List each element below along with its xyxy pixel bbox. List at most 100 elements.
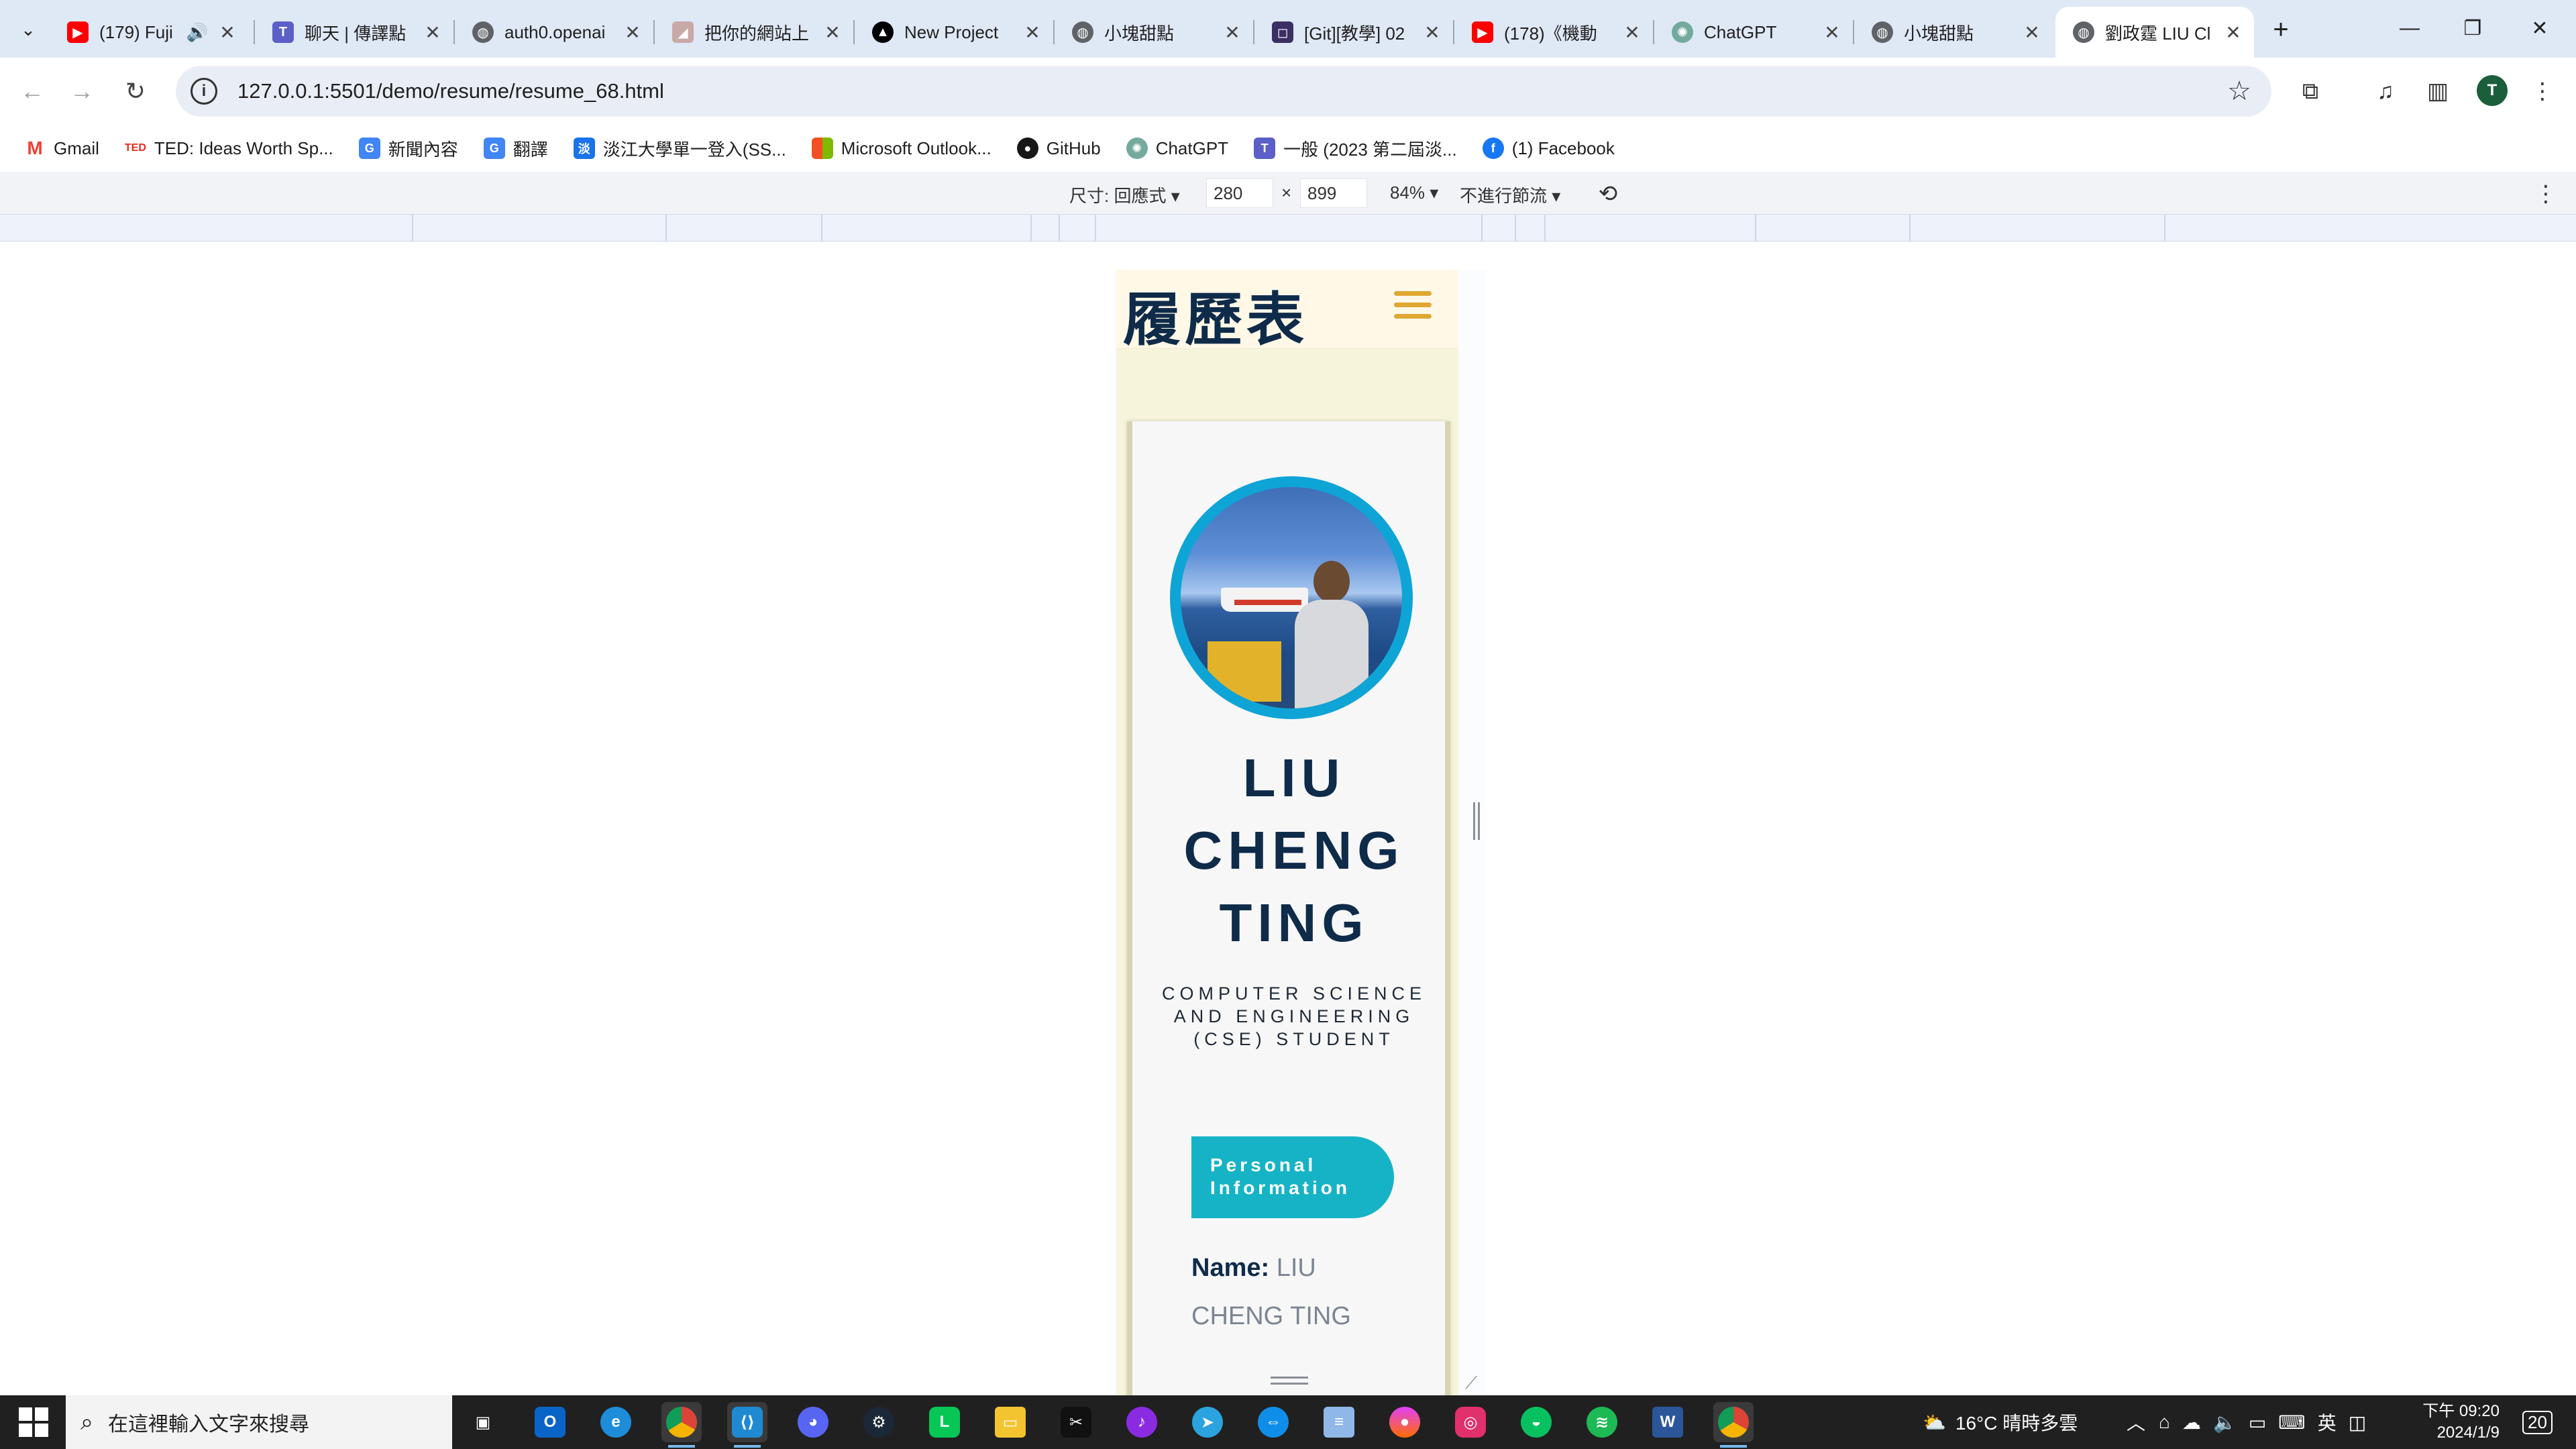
- chrome-icon[interactable]: [661, 1402, 702, 1448]
- rotate-icon[interactable]: ⟲: [1594, 180, 1622, 208]
- close-icon[interactable]: ✕: [822, 21, 843, 44]
- bookmark-chatgpt[interactable]: ✺ ChatGPT: [1118, 130, 1236, 166]
- tab-youtube-fuji[interactable]: ▶ (179) Fuji 🔊 ✕: [50, 7, 248, 58]
- wechat-icon[interactable]: ◒: [1516, 1402, 1556, 1442]
- zoom-dropdown[interactable]: 84% ▾: [1390, 182, 1438, 203]
- tab-new-project[interactable]: ▲ New Project ✕: [855, 7, 1053, 58]
- new-tab-plus-icon[interactable]: +: [2265, 13, 2297, 46]
- back-arrow-icon[interactable]: ←: [13, 72, 51, 110]
- bookmark-ted[interactable]: TED TED: Ideas Worth Sp...: [117, 130, 341, 166]
- tab-chatgpt[interactable]: ✺ ChatGPT ✕: [1654, 7, 1853, 58]
- vscode-icon[interactable]: ⟨⟩: [727, 1402, 767, 1448]
- right-resize-handle[interactable]: [1473, 802, 1480, 840]
- ime-indicator[interactable]: 英: [2318, 1409, 2337, 1436]
- close-icon[interactable]: ✕: [1222, 21, 1242, 44]
- clock[interactable]: 下午 09:20 2024/1/9: [2406, 1401, 2500, 1444]
- close-icon[interactable]: ✕: [1022, 21, 1042, 44]
- task-view-icon[interactable]: ▣: [463, 1402, 503, 1442]
- notepad-icon[interactable]: ≡: [1319, 1402, 1359, 1442]
- close-icon[interactable]: ✕: [423, 21, 443, 44]
- ime-mode-icon[interactable]: ◫: [2349, 1411, 2366, 1434]
- tab-teams-chat[interactable]: T 聊天 | 傳譯點 ✕: [255, 7, 453, 58]
- window-close-icon[interactable]: ✕: [2522, 12, 2557, 44]
- close-icon[interactable]: ✕: [623, 21, 643, 44]
- ted-icon: TED: [124, 142, 146, 154]
- chrome-profile-icon[interactable]: [1713, 1402, 1754, 1448]
- bookmark-github[interactable]: ● GitHub: [1009, 130, 1109, 166]
- close-icon[interactable]: ✕: [2223, 21, 2243, 44]
- tab-website[interactable]: ◢ 把你的網站上 ✕: [655, 7, 853, 58]
- capcut-icon[interactable]: ✂: [1056, 1402, 1096, 1442]
- taskbar-search-box[interactable]: ⌕ 在這裡輸入文字來搜尋: [66, 1395, 452, 1449]
- reload-icon[interactable]: ↻: [117, 72, 154, 110]
- close-icon[interactable]: ✕: [2022, 21, 2042, 44]
- url-text[interactable]: 127.0.0.1:5501/demo/resume/resume_68.htm…: [237, 79, 2227, 103]
- keyboard-icon[interactable]: ⌨: [2278, 1411, 2305, 1434]
- site-info-icon[interactable]: i: [191, 78, 217, 105]
- edge-icon[interactable]: e: [596, 1402, 636, 1442]
- notification-center-icon[interactable]: 20: [2522, 1395, 2553, 1449]
- volume-icon[interactable]: 🔈: [2213, 1411, 2237, 1434]
- file-explorer-icon[interactable]: ▭: [990, 1402, 1030, 1442]
- more-options-icon[interactable]: ⋮: [2534, 180, 2557, 208]
- tray-overflow-icon[interactable]: ︿: [2127, 1409, 2145, 1436]
- instagram-icon[interactable]: ◎: [1450, 1402, 1491, 1442]
- close-icon[interactable]: ✕: [217, 21, 237, 44]
- paint-drop-icon[interactable]: ●: [1385, 1402, 1425, 1442]
- bookmark-gmail[interactable]: M Gmail: [16, 130, 107, 166]
- media-controls-icon[interactable]: ♫: [2368, 74, 2403, 109]
- bookmark-news[interactable]: G 新聞內容: [351, 130, 466, 166]
- address-bar[interactable]: i 127.0.0.1:5501/demo/resume/resume_68.h…: [176, 66, 2271, 117]
- viewport-height-input[interactable]: 899: [1300, 178, 1367, 208]
- profile-avatar[interactable]: T: [2477, 75, 2508, 106]
- minimize-icon[interactable]: —: [2392, 12, 2427, 44]
- steam-icon[interactable]: ⚙: [859, 1402, 899, 1442]
- teamviewer-icon[interactable]: ⇔: [1253, 1402, 1293, 1442]
- bookmark-star-icon[interactable]: ☆: [2227, 76, 2251, 107]
- tab-search-chevron-icon[interactable]: ⌄: [12, 13, 44, 46]
- throttle-dropdown[interactable]: 不進行節流 ▾: [1460, 182, 1560, 207]
- word-icon[interactable]: W: [1648, 1402, 1688, 1442]
- restore-icon[interactable]: ❐: [2455, 12, 2490, 44]
- viewport-width-input[interactable]: 280: [1206, 178, 1273, 208]
- tab-dessert-2[interactable]: ◍ 小塊甜點 ✕: [1854, 7, 2053, 58]
- tab-youtube-gundam[interactable]: ▶ (178)《機動 ✕: [1454, 7, 1653, 58]
- spotify-icon[interactable]: ≋: [1582, 1402, 1622, 1442]
- dimensions-dropdown[interactable]: 尺寸: 回應式 ▾: [1069, 182, 1180, 207]
- network-icon[interactable]: ▭: [2249, 1411, 2266, 1434]
- tray-device-icon[interactable]: ⌂: [2159, 1411, 2170, 1433]
- line-icon[interactable]: L: [924, 1402, 965, 1442]
- close-icon[interactable]: ✕: [1422, 21, 1442, 44]
- bookmark-teams-general[interactable]: T 一般 (2023 第二屆淡...: [1246, 130, 1465, 166]
- tab-resume-active[interactable]: ◍ 劉政霆 LIU Cl ✕: [2055, 7, 2254, 58]
- bottom-resize-handle[interactable]: [1271, 1377, 1308, 1385]
- forward-arrow-icon[interactable]: →: [63, 72, 101, 110]
- discord-icon[interactable]: ◕: [793, 1402, 833, 1442]
- close-icon[interactable]: ✕: [1622, 21, 1642, 44]
- outlook-icon[interactable]: O: [530, 1402, 570, 1442]
- hamburger-menu-icon[interactable]: [1394, 291, 1432, 325]
- speaker-icon[interactable]: 🔊: [186, 22, 208, 43]
- tab-auth0[interactable]: ◍ auth0.openai ✕: [455, 7, 653, 58]
- side-panel-icon[interactable]: ▥: [2420, 74, 2455, 109]
- profile-photo: [1181, 487, 1402, 708]
- tab-dessert-1[interactable]: ◍ 小塊甜點 ✕: [1055, 7, 1253, 58]
- bookmark-facebook[interactable]: f (1) Facebook: [1474, 130, 1623, 166]
- windows-start-icon[interactable]: [19, 1407, 48, 1437]
- bookmark-outlook[interactable]: Microsoft Outlook...: [804, 130, 1000, 166]
- tab-title: auth0.openai: [504, 21, 606, 42]
- close-icon[interactable]: ✕: [1822, 21, 1842, 44]
- menu-kebab-icon[interactable]: ⋮: [2525, 74, 2560, 109]
- app-guitar-icon[interactable]: ♪: [1122, 1402, 1162, 1442]
- personal-information-button[interactable]: Personal Information: [1191, 1136, 1394, 1218]
- tab-git-tutorial[interactable]: ◻ [Git][教學] 02 ✕: [1254, 7, 1453, 58]
- media-query-ruler[interactable]: [0, 215, 2576, 241]
- telegram-icon[interactable]: ➤: [1187, 1402, 1228, 1442]
- weather-widget[interactable]: ⛅ 16°C 晴時多雲: [1923, 1395, 2078, 1449]
- onedrive-icon[interactable]: ☁: [2182, 1411, 2201, 1434]
- viewport-area: 履歷表 LIU CHENG TING COMPUTER SCIENCE AND …: [0, 241, 2576, 1395]
- bookmark-translate[interactable]: G 翻譯: [476, 130, 556, 166]
- bookmark-tku-sso[interactable]: 淡 淡江大學單一登入(SS...: [566, 130, 794, 166]
- corner-resize-icon[interactable]: ⟋: [1465, 1373, 1483, 1393]
- extensions-puzzle-icon[interactable]: ⧉: [2293, 74, 2328, 109]
